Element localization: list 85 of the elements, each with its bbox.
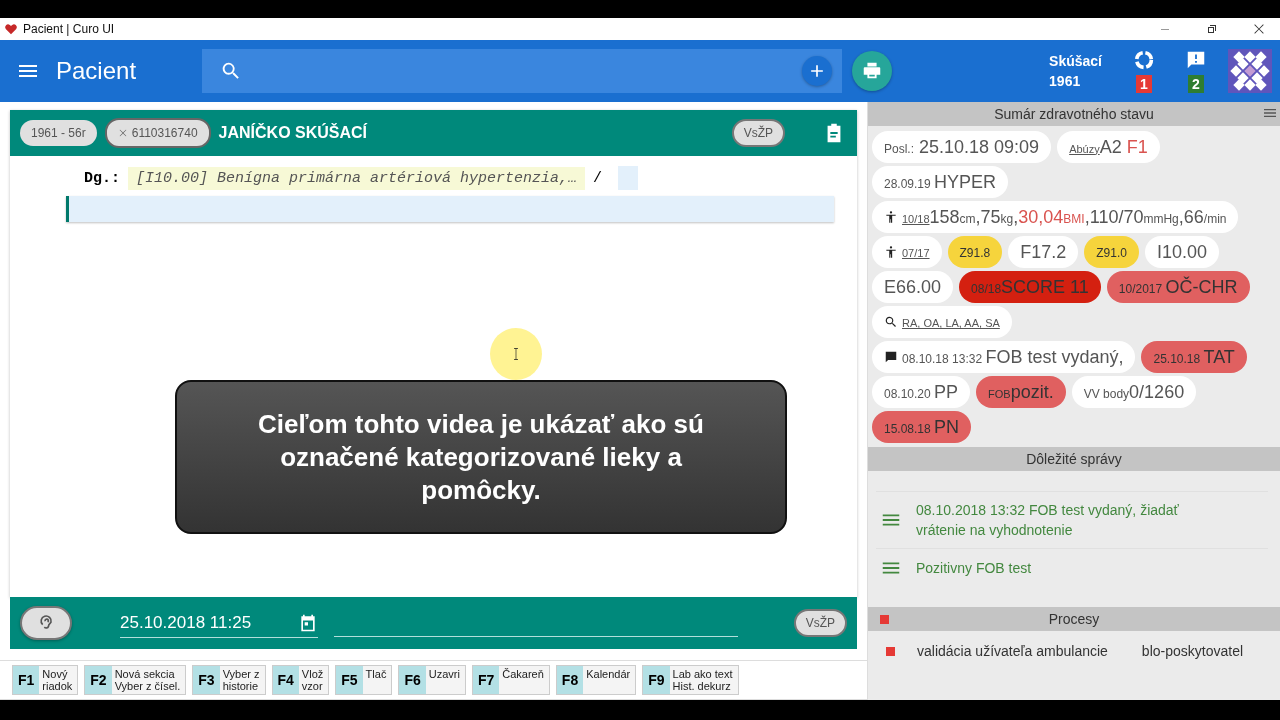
- user-name: Skúšací 1961: [1049, 52, 1102, 91]
- patient-name: JANÍČKO SKÚŠACÍ: [218, 124, 368, 142]
- chip-text: Posl.: 25.10.18 09:09: [884, 136, 1040, 158]
- chip-text: 08.10.20 PP: [884, 381, 959, 403]
- chip-text: FOBpozit.: [988, 381, 1054, 403]
- comment-icon: [884, 350, 898, 364]
- chip-text: F17.2: [1020, 241, 1067, 263]
- summary-chip[interactable]: Z91.0: [1084, 236, 1139, 268]
- summary-chip[interactable]: 28.09.19 HYPER: [872, 166, 1009, 198]
- add-button[interactable]: [802, 56, 832, 86]
- date-text: 25.10.2018 11:25: [120, 612, 252, 633]
- chip-text: VV body0/1260: [1083, 381, 1185, 403]
- function-key-button[interactable]: F7 Čakareň: [471, 665, 550, 695]
- chip-text: 28.09.19 HYPER: [884, 171, 997, 193]
- search-field[interactable]: [202, 49, 842, 93]
- summary-chip[interactable]: I10.00: [1144, 236, 1219, 268]
- print-button[interactable]: [852, 51, 892, 91]
- summary-chip[interactable]: 25.10.18 TAT: [1141, 341, 1247, 373]
- status-square-icon: [886, 646, 895, 656]
- message-text: 08.10.2018 13:32 FOB test vydaný, žiadať vrátenie na vyhodnotenie: [916, 501, 1180, 540]
- summary-chip[interactable]: FOBpozit.: [976, 376, 1066, 408]
- close-icon: [1252, 22, 1266, 36]
- count-badge: 1: [1136, 75, 1152, 93]
- person-icon: [884, 210, 898, 224]
- chip-text: RA, OA, LA, AA, SA: [902, 316, 1000, 331]
- separator-text: /: [593, 169, 603, 187]
- process-owner: blo-poskytovatel: [1141, 643, 1244, 659]
- page-title: Pacient: [56, 57, 138, 85]
- summary-chip[interactable]: 08.10.20 PP: [872, 376, 971, 408]
- text-input[interactable]: [66, 196, 834, 222]
- chip-text: 08/18SCORE 11: [971, 276, 1089, 298]
- insurer-button[interactable]: VsŽP: [731, 119, 785, 147]
- chip-text: 07/17: [902, 246, 930, 261]
- insurer-button[interactable]: VsŽP: [793, 609, 847, 638]
- chip-text: Z91.8: [959, 245, 991, 261]
- diagnosis-label: Dg.:: [83, 169, 120, 187]
- section-title: Procesy: [1048, 611, 1100, 627]
- summary-chip[interactable]: 15.08.18 PN: [872, 411, 972, 443]
- diagnosis-field[interactable]: [I10.00] Benígna primárna artériová hypertenzia,…: [128, 166, 586, 190]
- close-icon: [117, 128, 128, 138]
- chip-text: 25.10.18 TAT: [1153, 346, 1235, 368]
- section-title: Sumár zdravotného stavu: [994, 106, 1154, 122]
- summary-chip[interactable]: 07/17: [872, 236, 942, 268]
- message-text: Pozitivny FOB test: [916, 559, 1033, 578]
- process-name: validácia užívateľa ambulancie: [917, 643, 1108, 659]
- search-icon: [884, 315, 898, 329]
- summary-chip[interactable]: Posl.: 25.10.18 09:09: [872, 131, 1052, 163]
- summary-chip[interactable]: 10/18158cm,75kg,30,04BMI,110/70mmHg,66/min: [872, 201, 1239, 233]
- chip-text: 10/2017 OČ-CHR: [1118, 276, 1238, 298]
- heart-icon: [4, 22, 18, 36]
- summary-chip[interactable]: 10/2017 OČ-CHR: [1106, 271, 1250, 303]
- age-chip: 1961 - 56r: [20, 120, 97, 146]
- calendar-icon: [298, 612, 318, 633]
- function-key-button[interactable]: F6 Uzavri: [398, 665, 466, 695]
- function-key-button[interactable]: F5 Tlač: [335, 665, 393, 695]
- summary-chip[interactable]: VV body0/1260: [1071, 376, 1197, 408]
- person-icon: [884, 245, 898, 259]
- count-badge: 2: [1188, 75, 1204, 93]
- chip-text: Z91.0: [1096, 245, 1127, 261]
- id-chip[interactable]: 6110316740: [104, 118, 211, 148]
- chip-text: 08.10.18 13:32 FOB test vydaný,: [902, 346, 1124, 368]
- function-key-button[interactable]: F8 Kalendár: [555, 665, 637, 695]
- status-square-icon: [880, 615, 889, 624]
- summary-chip[interactable]: Z91.8: [947, 236, 1003, 268]
- hearing-button[interactable]: [20, 606, 72, 641]
- summary-chip[interactable]: RA, OA, LA, AA, SA: [872, 306, 1012, 338]
- logo-icon: [1228, 49, 1272, 93]
- summary-chip[interactable]: E66.00: [872, 271, 954, 303]
- video-caption: Cieľom tohto videa je ukázať ako sú označené kategorizované lieky a pomôcky.: [175, 380, 787, 534]
- chip-text: AbúzyA2 F1: [1069, 136, 1148, 158]
- date-field[interactable]: 25.10.2018 11:25: [120, 608, 318, 638]
- chip-text: 10/18158cm,75kg,30,04BMI,110/70mmHg,66/min: [902, 206, 1227, 228]
- summary-chip[interactable]: AbúzyA2 F1: [1057, 131, 1160, 163]
- chip-text: I10.00: [1156, 241, 1207, 263]
- search-icon: [220, 60, 242, 82]
- chip-text: E66.00: [884, 276, 942, 298]
- chip-text: 15.08.18 PN: [884, 416, 960, 438]
- summary-chip[interactable]: 08.10.18 13:32 FOB test vydaný,: [872, 341, 1136, 373]
- insurance-number: 6110316740: [131, 126, 198, 140]
- sync-icon: [1133, 49, 1155, 71]
- summary-chip[interactable]: F17.2: [1008, 236, 1079, 268]
- section-title: Dôležité správy: [1026, 451, 1122, 467]
- code-field[interactable]: [618, 166, 639, 190]
- restore-icon: [1206, 23, 1218, 35]
- window-title: Pacient | Curo UI: [23, 22, 115, 36]
